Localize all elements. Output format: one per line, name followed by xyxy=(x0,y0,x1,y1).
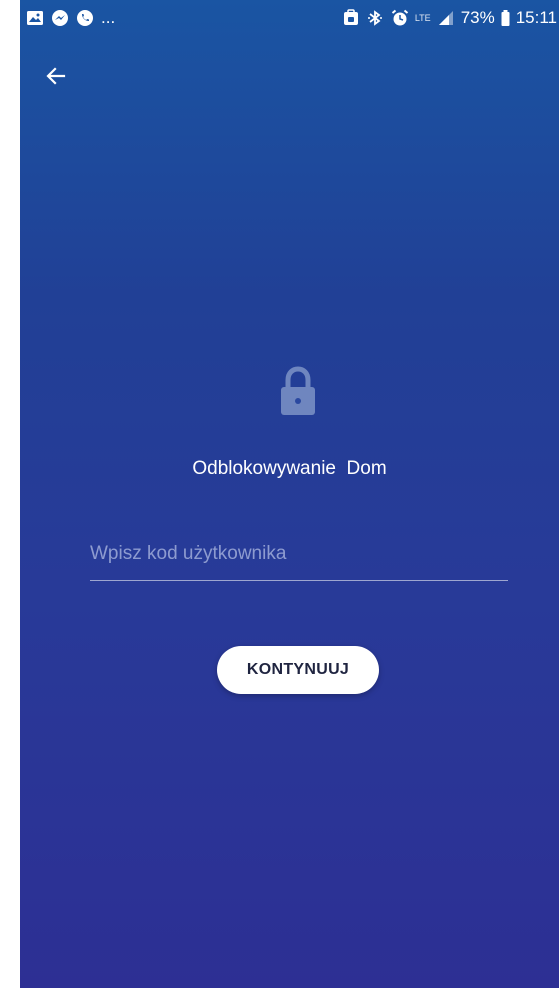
messenger-icon xyxy=(51,9,69,27)
app-screen: ... LTE 73% 15:11 Odblokowywanie Dom Wpi… xyxy=(20,0,559,988)
unlock-title: Odblokowywanie Dom xyxy=(192,458,387,479)
back-button[interactable] xyxy=(36,58,76,98)
arrow-left-icon xyxy=(44,64,68,93)
battery-percent: 73% xyxy=(460,8,495,27)
status-bar-right: LTE 73% 15:11 xyxy=(343,8,557,28)
lte-icon: LTE xyxy=(415,13,431,23)
status-bar-left: ... xyxy=(26,8,115,28)
code-input-container xyxy=(90,532,508,581)
clock-time: 15:11 xyxy=(515,8,557,27)
lte-label: LTE xyxy=(414,13,431,23)
gallery-icon xyxy=(26,9,44,27)
signal-icon xyxy=(437,9,455,27)
alarm-icon xyxy=(391,9,409,27)
continue-button[interactable]: KONTYNUUJ xyxy=(217,646,379,694)
lock-icon xyxy=(275,364,321,418)
status-bar: ... LTE 73% 15:11 xyxy=(20,0,559,36)
bluetooth-icon xyxy=(367,9,385,27)
battery-icon xyxy=(501,9,510,27)
more-notifications-indicator: ... xyxy=(101,8,116,27)
user-code-input[interactable] xyxy=(90,532,508,576)
phone-icon xyxy=(76,9,94,27)
nfc-icon xyxy=(343,9,361,27)
